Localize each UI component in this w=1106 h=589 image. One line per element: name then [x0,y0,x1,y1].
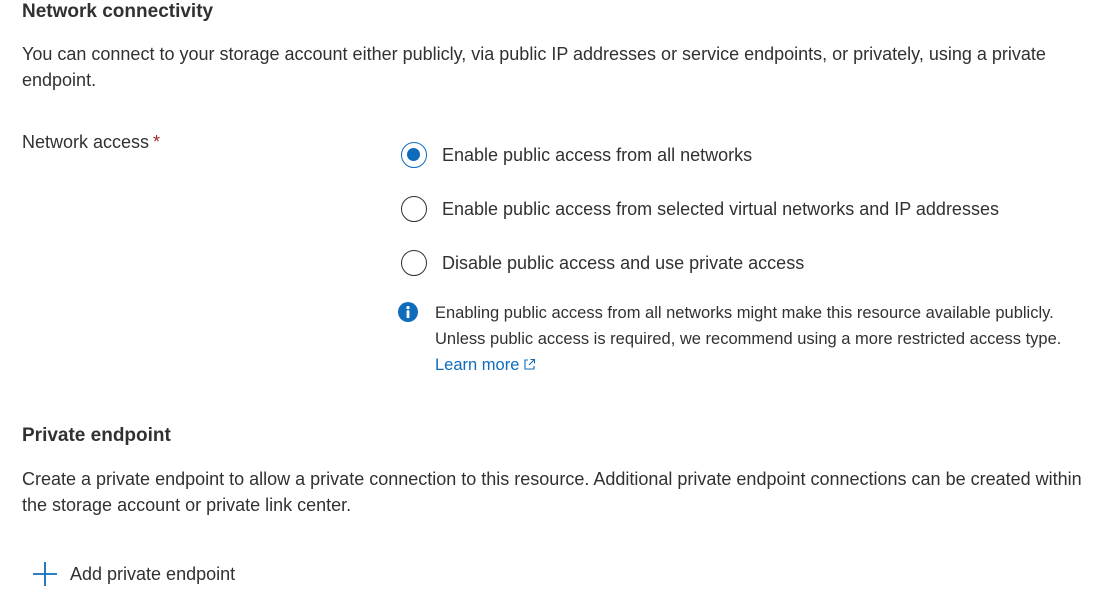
external-link-icon [524,358,536,370]
radio-disable-public-access[interactable]: Disable public access and use private ac… [401,248,804,278]
learn-more-link[interactable]: Learn more [435,356,536,374]
private-endpoint-title: Private endpoint [22,425,171,446]
add-private-endpoint-label: Add private endpoint [70,563,236,584]
network-connectivity-title: Network connectivity [22,1,214,22]
radio-enable-all-networks[interactable]: Enable public access from all networks [401,140,752,170]
radio-label: Disable public access and use private ac… [442,252,805,273]
network-connectivity-description: You can connect to your storage account … [22,44,1046,90]
network-access-label-text: Network access [22,132,150,152]
info-text-container: Enabling public access from all networks… [435,300,1103,378]
storage-networking-page: Network connectivity You can connect to … [0,0,1106,589]
radio-label: Enable public access from all networks [442,144,753,165]
required-marker: * [153,132,161,152]
radio-label: Enable public access from selected virtu… [442,198,999,219]
radio-enable-selected-networks[interactable]: Enable public access from selected virtu… [401,194,999,224]
network-access-label: Network access * [22,132,160,153]
radio-button[interactable] [401,250,427,276]
private-endpoint-description: Create a private endpoint to allow a pri… [22,469,1082,515]
radio-button[interactable] [401,196,427,222]
info-icon [398,302,418,322]
info-text: Enabling public access from all networks… [435,304,1062,348]
info-message: Enabling public access from all networks… [398,300,1103,378]
add-private-endpoint-button[interactable]: Add private endpoint [32,560,235,588]
radio-button-checked[interactable] [401,142,427,168]
plus-icon [33,562,57,586]
learn-more-label: Learn more [435,356,520,374]
